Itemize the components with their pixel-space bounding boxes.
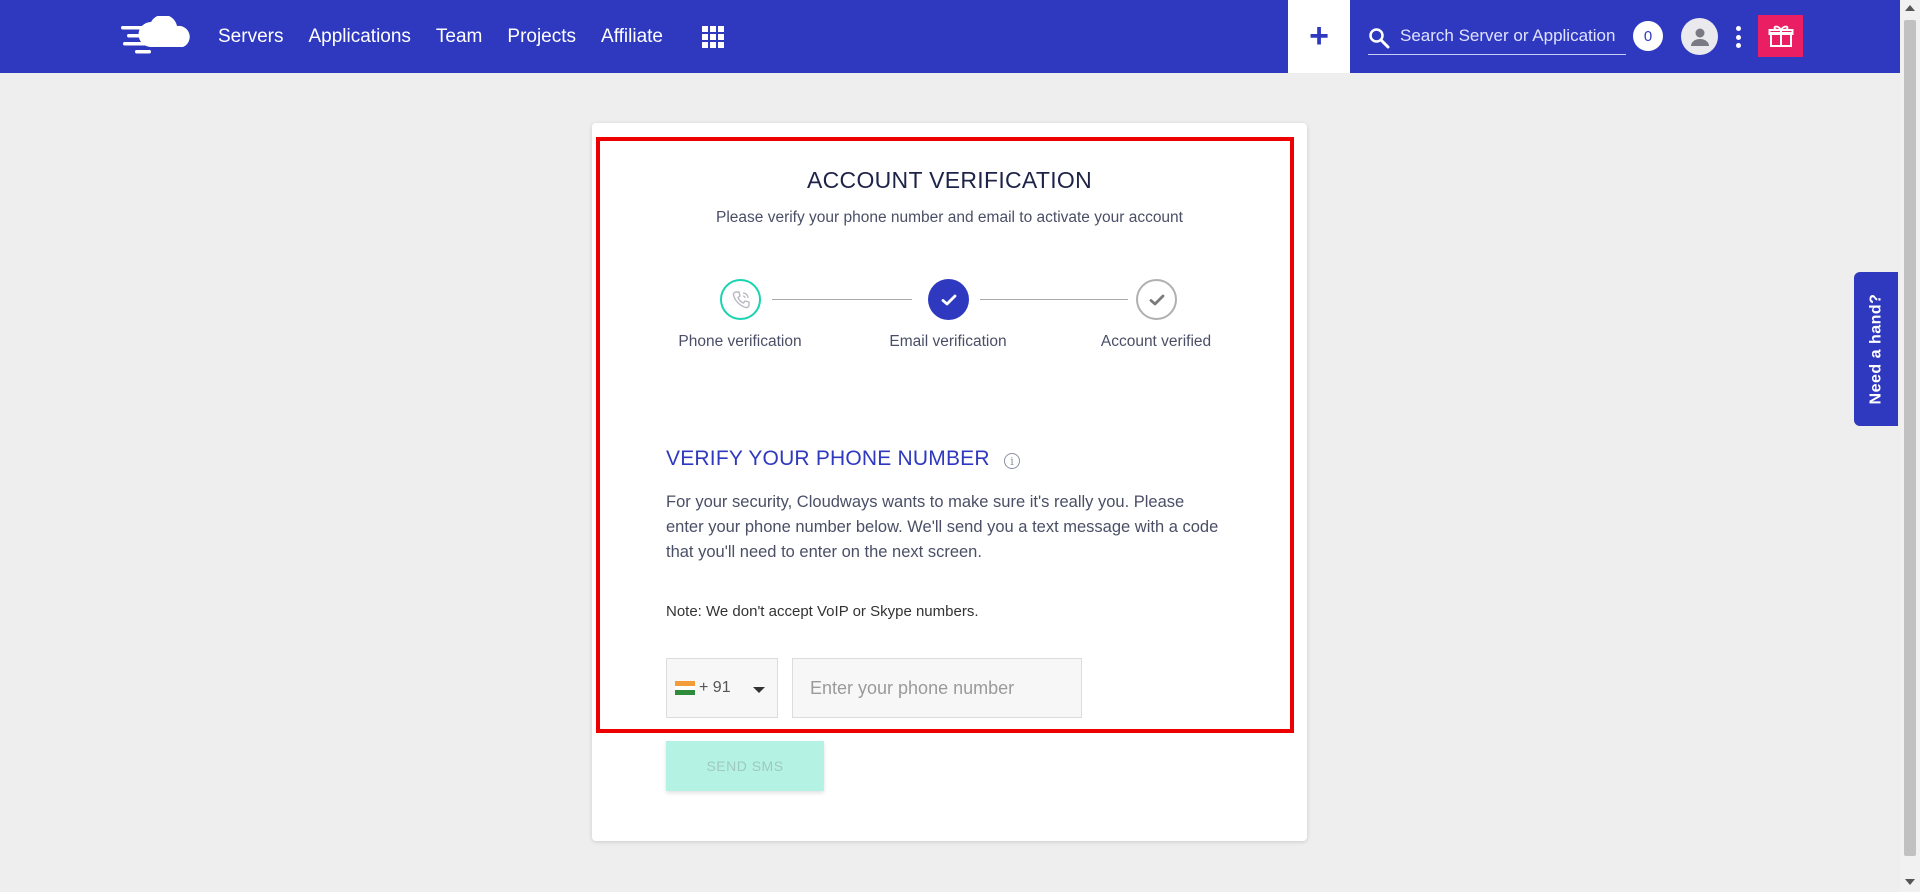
section-title: VERIFY YOUR PHONE NUMBER	[666, 447, 990, 470]
search-input[interactable]	[1400, 22, 1626, 50]
check-icon	[1149, 294, 1164, 305]
info-icon[interactable]: i	[1004, 453, 1020, 469]
step-label-phone: Phone verification	[678, 333, 802, 350]
nav-servers[interactable]: Servers	[218, 26, 283, 48]
phone-number-input[interactable]	[792, 658, 1082, 718]
gift-button[interactable]	[1758, 15, 1803, 57]
send-sms-button[interactable]: SEND SMS	[666, 741, 824, 791]
scroll-down-icon[interactable]	[1905, 879, 1915, 885]
page-title: ACCOUNT VERIFICATION	[807, 167, 1092, 193]
search-icon	[1369, 28, 1390, 49]
nav-applications[interactable]: Applications	[308, 26, 410, 48]
add-button[interactable]: +	[1288, 0, 1350, 73]
nav-affiliate[interactable]: Affiliate	[601, 26, 663, 48]
india-flag-icon	[675, 681, 695, 696]
notification-count-badge[interactable]: 0	[1633, 21, 1663, 51]
stepper-connector	[772, 299, 912, 300]
voip-note: Note: We don't accept VoIP or Skype numb…	[666, 603, 979, 620]
main-nav: Servers Applications Team Projects Affil…	[218, 0, 688, 73]
step-phone-circle	[720, 279, 761, 320]
scroll-thumb[interactable]	[1904, 20, 1916, 856]
check-icon	[941, 294, 956, 305]
phone-icon	[732, 290, 750, 308]
verification-card: ACCOUNT VERIFICATION Please verify your …	[592, 123, 1307, 841]
section-description: For your security, Cloudways wants to ma…	[666, 493, 1219, 561]
gift-icon	[1768, 25, 1793, 47]
step-label-email: Email verification	[889, 333, 1007, 350]
cloudways-logo-icon[interactable]	[121, 16, 195, 56]
step-account-circle	[1136, 279, 1177, 320]
country-code-select[interactable]: + 91	[666, 658, 778, 718]
step-label-account: Account verified	[1100, 333, 1212, 350]
nav-projects[interactable]: Projects	[507, 26, 576, 48]
country-code-value: + 91	[699, 679, 731, 696]
more-options-icon[interactable]	[1734, 26, 1742, 48]
chevron-down-icon	[753, 687, 765, 693]
need-a-hand-label: Need a hand?	[1867, 293, 1884, 405]
need-a-hand-tab[interactable]: Need a hand?	[1854, 272, 1898, 426]
stepper-connector	[980, 299, 1128, 300]
user-avatar[interactable]	[1681, 18, 1718, 55]
page-subtitle: Please verify your phone number and emai…	[716, 209, 1183, 226]
page-scrollbar[interactable]	[1900, 0, 1920, 892]
search-box	[1368, 18, 1626, 55]
nav-team[interactable]: Team	[436, 26, 482, 48]
user-icon	[1690, 28, 1709, 46]
top-nav-bar: Servers Applications Team Projects Affil…	[0, 0, 1900, 73]
scroll-up-icon[interactable]	[1905, 5, 1915, 11]
apps-grid-icon[interactable]	[702, 26, 724, 48]
step-email-circle	[928, 279, 969, 320]
